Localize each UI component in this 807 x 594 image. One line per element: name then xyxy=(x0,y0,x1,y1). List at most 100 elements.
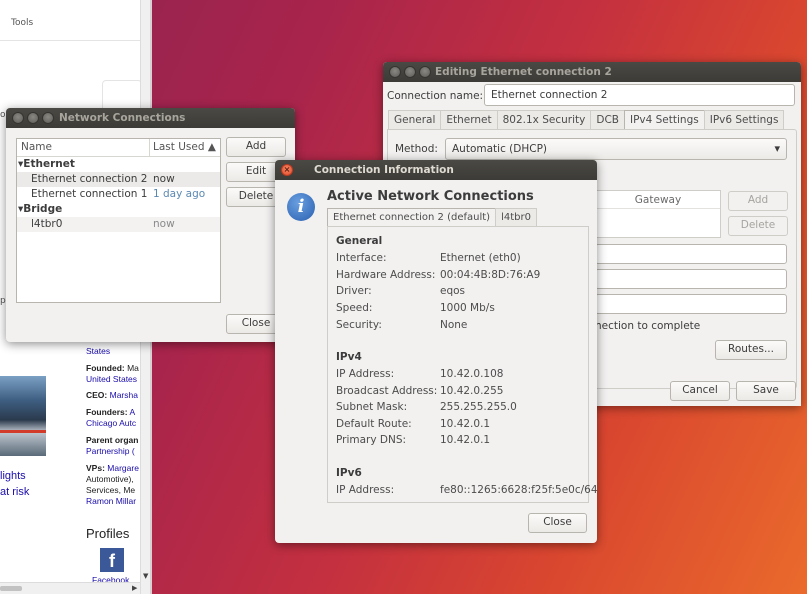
thumbnail-image[interactable] xyxy=(0,376,46,456)
section-general: General xyxy=(336,235,383,247)
delete-address-button[interactable]: Delete xyxy=(728,216,788,236)
tab-ethernet[interactable]: Ethernet xyxy=(440,110,498,129)
detail-key: Primary DNS: xyxy=(336,434,407,446)
detail-value: None xyxy=(440,319,468,331)
maximize-icon[interactable] xyxy=(419,66,431,78)
detail-value: 1000 Mb/s xyxy=(440,302,495,314)
detail-key: Security: xyxy=(336,319,382,331)
connections-list[interactable]: Name Last Used ▲ ▾Ethernet Ethernet conn… xyxy=(16,138,221,303)
gateway-column-header[interactable]: Gateway xyxy=(596,191,720,209)
close-icon[interactable] xyxy=(389,66,401,78)
list-item[interactable]: Ethernet connection 1 1 day ago xyxy=(17,187,220,202)
detail-value: 10.42.0.255 xyxy=(440,385,504,397)
detail-key: Interface: xyxy=(336,252,387,264)
info-states[interactable]: States xyxy=(86,346,146,357)
close-icon[interactable] xyxy=(12,112,24,124)
detail-value: Ethernet (eth0) xyxy=(440,252,521,264)
facebook-icon[interactable]: f xyxy=(100,548,124,572)
add-address-button[interactable]: Add xyxy=(728,191,788,211)
column-header-last-used[interactable]: Last Used ▲ xyxy=(153,141,216,153)
info-vps-line: Services, Me xyxy=(86,485,136,495)
connection-name: Ethernet connection 1 xyxy=(31,188,148,200)
column-header-name[interactable]: Name xyxy=(21,141,52,153)
profiles-heading: Profiles xyxy=(86,526,130,541)
titlebar[interactable]: Network Connections xyxy=(6,108,295,128)
scroll-down-icon[interactable]: ▼ xyxy=(143,572,148,580)
horizontal-scrollbar[interactable]: ▶ xyxy=(0,582,140,594)
minimize-icon[interactable] xyxy=(404,66,416,78)
detail-key: Broadcast Address: xyxy=(336,385,438,397)
detail-value: 10.42.0.108 xyxy=(440,368,504,380)
scrollbar-thumb[interactable] xyxy=(0,586,22,591)
save-button[interactable]: Save xyxy=(736,381,796,401)
cancel-button[interactable]: Cancel xyxy=(670,381,730,401)
info-founded-place[interactable]: United States xyxy=(86,374,146,385)
tab-8021x-security[interactable]: 802.1x Security xyxy=(496,110,592,129)
tab-l4tbr0[interactable]: l4tbr0 xyxy=(495,208,537,226)
scroll-right-icon[interactable]: ▶ xyxy=(132,584,137,592)
detail-value: 00:04:4B:8D:76:A9 xyxy=(440,269,541,281)
require-ipv4-label: nection to complete xyxy=(595,320,701,332)
network-connections-window: Network Connections Name Last Used ▲ ▾Et… xyxy=(6,108,295,342)
routes-button[interactable]: Routes... xyxy=(715,340,787,360)
titlebar[interactable]: Editing Ethernet connection 2 xyxy=(383,62,801,82)
detail-value: 255.255.255.0 xyxy=(440,401,517,413)
settings-tabs: General Ethernet 802.1x Security DCB IPv… xyxy=(388,110,785,130)
minimize-icon[interactable] xyxy=(27,112,39,124)
detail-value: 10.42.0.1 xyxy=(440,434,491,446)
close-button[interactable]: Close xyxy=(528,513,587,533)
detail-key: Default Route: xyxy=(336,418,412,430)
connection-name-label: Connection name: xyxy=(387,90,484,102)
info-vps: VPs: Margare xyxy=(86,463,139,473)
group-label: Bridge xyxy=(23,203,63,215)
info-vps-line[interactable]: Ramon Millar xyxy=(86,496,146,507)
group-row-bridge[interactable]: ▾Bridge xyxy=(17,202,220,217)
dns-servers-field[interactable] xyxy=(595,244,787,264)
search-domains-field[interactable] xyxy=(595,269,787,289)
text-fragment: o xyxy=(0,110,6,120)
section-ipv6: IPv6 xyxy=(336,467,362,479)
group-label: Ethernet xyxy=(23,158,75,170)
list-item[interactable]: Ethernet connection 2 now xyxy=(17,172,220,187)
last-used: 1 day ago xyxy=(153,188,206,200)
dialog-heading: Active Network Connections xyxy=(327,189,534,204)
info-founders-value[interactable]: Chicago Autc xyxy=(86,418,146,429)
list-item[interactable]: l4tbr0 now xyxy=(17,217,220,232)
connection-name: Ethernet connection 2 xyxy=(31,173,148,185)
detail-value: fe80::1265:6628:f25f:5e0c/64 xyxy=(440,484,597,496)
connection-tabs: Ethernet connection 2 (default) l4tbr0 xyxy=(327,208,537,226)
result-link[interactable]: at risk xyxy=(0,486,29,498)
detail-key: Hardware Address: xyxy=(336,269,436,281)
maximize-icon[interactable] xyxy=(42,112,54,124)
info-parent-value[interactable]: Partnership ( xyxy=(86,446,146,457)
detail-value: 10.42.0.1 xyxy=(440,418,491,430)
info-founded: Founded: Ma xyxy=(86,363,139,373)
add-button[interactable]: Add xyxy=(226,137,286,157)
tab-ipv4-settings[interactable]: IPv4 Settings xyxy=(623,110,705,130)
addresses-table[interactable]: Gateway xyxy=(595,190,721,238)
connection-information-dialog: × Connection Information i Active Networ… xyxy=(275,160,597,543)
titlebar[interactable]: × Connection Information xyxy=(275,160,597,180)
info-ceo: CEO: Marsha xyxy=(86,390,138,400)
detail-key: IP Address: xyxy=(336,368,395,380)
connection-name-field[interactable]: Ethernet connection 2 xyxy=(484,84,795,106)
detail-value: eqos xyxy=(440,285,466,297)
window-title: Network Connections xyxy=(59,112,186,124)
section-ipv4: IPv4 xyxy=(336,351,362,363)
tab-ipv6-settings[interactable]: IPv6 Settings xyxy=(703,110,785,129)
group-row-ethernet[interactable]: ▾Ethernet xyxy=(17,157,220,172)
tab-dcb[interactable]: DCB xyxy=(590,110,625,129)
close-icon[interactable]: × xyxy=(281,164,293,176)
detail-key: Speed: xyxy=(336,302,373,314)
tab-general[interactable]: General xyxy=(388,110,442,129)
result-link[interactable]: lights xyxy=(0,470,26,482)
detail-key: Driver: xyxy=(336,285,372,297)
text-fragment: p xyxy=(0,296,6,306)
tools-menu-label[interactable]: Tools xyxy=(11,18,33,28)
dhcp-client-id-field[interactable] xyxy=(595,294,787,314)
method-dropdown[interactable]: Automatic (DHCP) xyxy=(445,138,787,160)
tab-ethernet-connection-2[interactable]: Ethernet connection 2 (default) xyxy=(327,208,497,226)
info-founders: Founders: A xyxy=(86,407,136,417)
window-title: Connection Information xyxy=(314,164,454,176)
list-header: Name Last Used ▲ xyxy=(17,139,220,157)
